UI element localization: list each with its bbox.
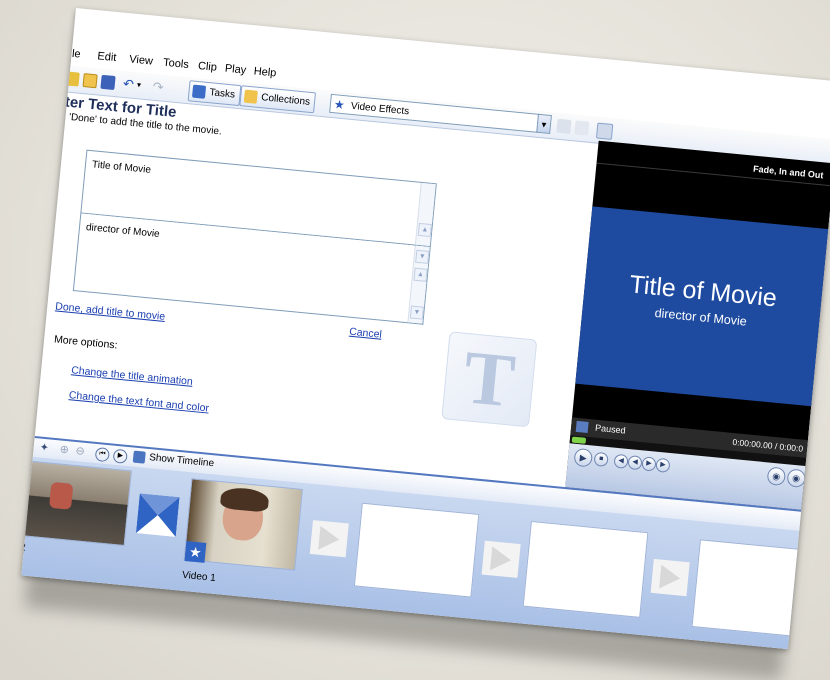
menu-clip[interactable]: Clip	[197, 60, 217, 74]
pin-icon[interactable]: ✦	[39, 442, 52, 455]
play-icon[interactable]: ▶	[573, 447, 594, 468]
collections-label: Collections	[260, 92, 311, 108]
forward-icon[interactable]: ▶	[641, 456, 657, 472]
transition-icon[interactable]	[135, 493, 180, 537]
transition-slot-2[interactable]	[481, 540, 521, 578]
undo-dropdown-icon[interactable]: ▾	[136, 78, 151, 93]
subtitle-text-value: director of Movie	[85, 221, 161, 241]
tasks-button[interactable]: Tasks	[187, 80, 241, 107]
clip-2-caption: Video 1	[181, 569, 217, 584]
next-frame-icon[interactable]: ▶	[655, 457, 671, 473]
combo-dropdown-arrow[interactable]: ▼	[536, 113, 552, 135]
transition-slot-1[interactable]	[309, 520, 349, 558]
collections-icon	[243, 89, 258, 104]
star-icon-badge: ★	[184, 541, 207, 563]
scroll-up-icon[interactable]: ▲	[417, 222, 432, 238]
subtitle-box-scrollbar[interactable]: ▲ ▼ ▼	[407, 245, 430, 324]
scroll-down-icon-2[interactable]: ▼	[409, 305, 424, 320]
menu-view[interactable]: View	[129, 53, 154, 67]
done-add-title-link[interactable]: Done, add title to movie	[55, 300, 166, 323]
tasks-icon	[191, 84, 207, 99]
collections-button[interactable]: Collections	[239, 85, 316, 114]
new-folder-icon[interactable]	[574, 120, 590, 136]
scroll-up-icon-2[interactable]: ▲	[413, 267, 428, 282]
player-status: Paused	[594, 422, 627, 436]
views-icon[interactable]	[595, 122, 614, 140]
empty-clip-slot-1[interactable]	[353, 502, 480, 598]
zoom-in-icon[interactable]: ⊕	[59, 443, 72, 456]
snapshot-icon[interactable]: ◉	[786, 468, 807, 489]
star-icon: ★	[333, 97, 346, 113]
change-font-link[interactable]: Change the text font and color	[68, 389, 209, 414]
cancel-link[interactable]: Cancel	[349, 326, 383, 341]
rewind-icon[interactable]: ◀	[627, 455, 643, 471]
play-storyboard-icon[interactable]: ▶	[112, 448, 128, 464]
undo-icon[interactable]: ↶	[122, 76, 137, 92]
title-box-scrollbar[interactable]: ▲	[414, 182, 436, 247]
menu-help[interactable]: Help	[253, 65, 277, 79]
stop-icon[interactable]: ■	[593, 451, 609, 468]
save-icon[interactable]	[100, 74, 116, 91]
split-clip-icon[interactable]: ◉	[766, 466, 787, 487]
timeline-icon[interactable]	[132, 450, 146, 464]
preview-monitor: Fade, In and Out Title of Movie director…	[565, 140, 830, 510]
change-animation-link[interactable]: Change the title animation	[71, 364, 194, 388]
preview-screen: Title of Movie director of Movie	[575, 206, 829, 407]
monitor-icon	[575, 420, 589, 433]
empty-clip-slot-2[interactable]	[522, 520, 649, 618]
combo-value: Video Effects	[350, 100, 410, 118]
screenshot-paper: ile Edit View Tools Clip Play Help ↶ ▾ ↷…	[21, 8, 830, 650]
previous-frame-icon[interactable]: ◀	[613, 453, 629, 469]
chair-shape	[48, 481, 74, 510]
clip-thumbnail-2[interactable]: ★	[183, 478, 303, 571]
title-watermark-icon: T	[441, 331, 538, 428]
up-folder-icon[interactable]	[556, 118, 572, 134]
menu-play[interactable]: Play	[224, 63, 246, 77]
clip-thumbnail-1[interactable]	[21, 459, 132, 547]
more-options-label: More options:	[53, 333, 119, 352]
zoom-out-icon[interactable]: ⊖	[75, 445, 88, 458]
menu-tools[interactable]: Tools	[163, 57, 190, 71]
scroll-down-icon[interactable]: ▼	[415, 249, 430, 264]
title-text-value: Title of Movie	[91, 159, 152, 176]
rewind-storyboard-icon[interactable]: ⏮	[94, 446, 110, 463]
open-folder-icon[interactable]	[82, 73, 98, 89]
tasks-label: Tasks	[208, 87, 236, 101]
menu-edit[interactable]: Edit	[97, 50, 117, 64]
transition-slot-3[interactable]	[650, 558, 690, 597]
redo-icon[interactable]: ↷	[152, 79, 167, 95]
show-timeline-button[interactable]: Show Timeline	[149, 452, 215, 469]
